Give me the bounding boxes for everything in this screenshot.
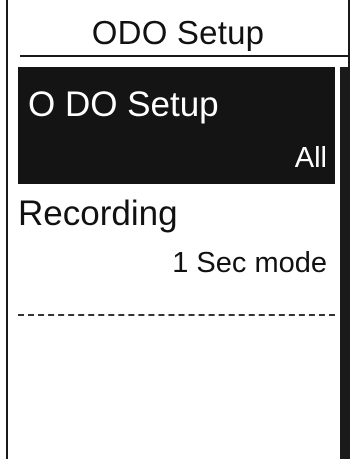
title-divider: [20, 55, 348, 57]
scrollbar[interactable]: [340, 67, 349, 459]
menu-item-odo-setup[interactable]: O DO Setup All: [18, 67, 335, 184]
menu-item-label: Recording: [18, 194, 178, 233]
settings-menu-list: O DO Setup All Recording 1 Sec mode: [18, 67, 335, 301]
menu-item-label: O DO Setup: [28, 85, 219, 124]
dashed-separator: [18, 314, 335, 316]
menu-item-value: All: [294, 142, 327, 174]
device-screen-frame: ODO Setup O DO Setup All Recording 1 Sec…: [6, 0, 350, 459]
page-title: ODO Setup: [91, 14, 265, 51]
menu-item-value: 1 Sec mode: [172, 247, 327, 279]
menu-item-recording[interactable]: Recording 1 Sec mode: [18, 184, 335, 301]
